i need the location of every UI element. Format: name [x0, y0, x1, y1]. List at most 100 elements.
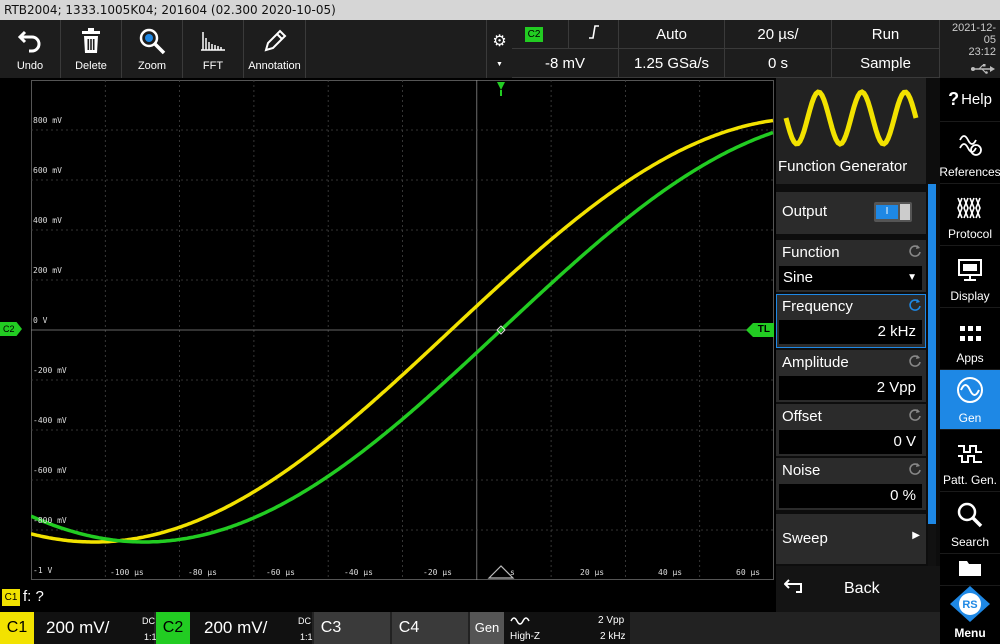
y-axis-label: 0 V — [33, 316, 48, 325]
rising-edge-icon — [587, 25, 601, 43]
annotation-button[interactable]: Annotation — [244, 20, 306, 78]
pattern-generator-button[interactable]: Patt. Gen. — [940, 430, 1000, 492]
c2-label: C2 — [156, 612, 190, 644]
y-axis-label: -600 mV — [33, 466, 67, 475]
search-button[interactable]: Search — [940, 492, 1000, 554]
output-label: Output — [782, 203, 828, 220]
fft-label: FFT — [202, 60, 224, 72]
svg-text:RS: RS — [962, 599, 977, 611]
time-offset[interactable]: 0 s — [725, 49, 832, 78]
reset-icon[interactable] — [908, 244, 922, 263]
c2-scale: 200 mV/ — [204, 618, 268, 637]
help-label: Help — [961, 91, 992, 108]
trigger-source-badge: C2 — [524, 26, 544, 42]
output-toggle-state: I — [876, 205, 898, 219]
reset-icon[interactable] — [908, 298, 922, 317]
fft-icon — [200, 26, 226, 56]
zoom-button[interactable]: Zoom — [122, 20, 183, 78]
channel-4-tab[interactable]: C4 — [392, 612, 468, 644]
protocol-icon — [956, 196, 984, 223]
timebase[interactable]: 20 µs/ — [725, 20, 832, 49]
sample-rate[interactable]: 1.25 GSa/s — [619, 49, 725, 78]
x-axis-label: -40 µs — [344, 568, 373, 577]
math-formula-bar[interactable]: C1 f: ? — [0, 586, 776, 612]
protocol-button[interactable]: Protocol — [940, 184, 1000, 246]
math-source-badge: C1 — [2, 589, 20, 606]
sine-generator-icon — [956, 376, 984, 407]
c4-label: C4 — [398, 619, 420, 636]
patt-gen-label: Patt. Gen. — [942, 473, 998, 487]
help-button[interactable]: ? Help — [940, 78, 1000, 122]
x-axis-label: -60 µs — [266, 568, 295, 577]
run-state[interactable]: Run — [832, 20, 940, 49]
reset-icon[interactable] — [908, 354, 922, 373]
function-row[interactable]: Function Sine ▼ — [776, 240, 926, 292]
function-generator-header: Function Generator — [776, 78, 926, 184]
status-grid: C2 Auto 20 µs/ Run -8 mV 1.25 GSa/s 0 s … — [512, 20, 940, 78]
amplitude-row[interactable]: Amplitude 2 Vpp — [776, 350, 926, 402]
reset-icon[interactable] — [908, 462, 922, 481]
apps-button[interactable]: Apps — [940, 308, 1000, 370]
function-select[interactable]: Sine ▼ — [779, 266, 922, 290]
trigger-level[interactable]: -8 mV — [512, 49, 619, 78]
frequency-row[interactable]: Frequency 2 kHz — [776, 294, 926, 348]
channel-3-tab[interactable]: C3 — [314, 612, 390, 644]
trigger-source-cell[interactable]: C2 — [512, 20, 569, 49]
c2-coupling: DC — [298, 616, 311, 626]
amplitude-input[interactable]: 2 Vpp — [779, 376, 922, 400]
gen-button[interactable]: Gen — [940, 370, 1000, 430]
channel-2-tab[interactable]: C2 200 mV/ DC 1:1 — [156, 612, 313, 644]
function-generator-panel: Function Generator Output I Function Sin… — [776, 78, 940, 644]
sweep-row[interactable]: Sweep ▶ — [776, 514, 926, 564]
x-axis-label: -100 µs — [110, 568, 144, 577]
offset-row[interactable]: Offset 0 V — [776, 404, 926, 456]
y-axis-label: 200 mV — [33, 266, 62, 275]
waveform-display[interactable]: 800 mV 600 mV 400 mV 200 mV 0 V -200 mV -400 m… — [0, 78, 776, 586]
c2-offset-marker[interactable]: C2 — [0, 322, 22, 336]
trigger-mode[interactable]: Auto — [619, 20, 725, 49]
y-axis-label: 600 mV — [33, 166, 62, 175]
settings-button[interactable]: ⚙ ▼ — [486, 20, 512, 78]
y-axis-label: -800 mV — [33, 516, 67, 525]
undo-button[interactable]: Undo — [0, 20, 61, 78]
date-time: 2021-12-05 23:12 — [940, 20, 1000, 78]
function-value: Sine — [783, 269, 814, 286]
menu-button[interactable]: RS Menu — [940, 586, 1000, 644]
generator-tab[interactable]: Gen High-Z 2 Vpp 2 kHz — [470, 612, 630, 644]
display-button[interactable]: Display — [940, 246, 1000, 308]
y-axis-label: -400 mV — [33, 416, 67, 425]
scrollbar-thumb[interactable] — [928, 184, 936, 524]
channel-bar: C1 200 mV/ DC 1:1 C2 200 mV/ DC 1:1 C3 C… — [0, 612, 940, 644]
chevron-right-icon: ▶ — [912, 530, 920, 541]
frequency-input[interactable]: 2 kHz — [779, 320, 922, 344]
output-row[interactable]: Output I — [776, 192, 926, 234]
sine-wave-icon — [510, 614, 532, 632]
undo-icon — [17, 26, 43, 56]
zoom-icon — [138, 26, 166, 56]
trigger-position-icon[interactable] — [497, 82, 505, 90]
file-button[interactable] — [940, 554, 1000, 586]
reset-icon[interactable] — [908, 408, 922, 427]
references-label: References — [939, 165, 1000, 179]
delete-button[interactable]: Delete — [61, 20, 122, 78]
gear-icon: ⚙ — [492, 32, 507, 50]
waveform-grid[interactable] — [31, 80, 774, 580]
references-button[interactable]: References — [939, 122, 1000, 184]
x-axis-label: s — [510, 568, 515, 577]
offset-input[interactable]: 0 V — [779, 430, 922, 454]
c3-label: C3 — [320, 619, 342, 636]
channel-2-trace — [31, 130, 774, 544]
back-button[interactable]: Back — [776, 566, 940, 612]
frequency-label: Frequency — [782, 298, 853, 315]
y-axis-label: 800 mV — [33, 116, 62, 125]
noise-input[interactable]: 0 % — [779, 484, 922, 508]
question-icon: ? — [948, 89, 960, 109]
fft-button[interactable]: FFT — [183, 20, 244, 78]
output-toggle[interactable]: I — [874, 202, 912, 222]
trigger-slope-cell[interactable] — [569, 20, 619, 49]
acquisition-mode[interactable]: Sample — [832, 49, 940, 78]
zoom-label: Zoom — [137, 60, 167, 72]
channel-1-tab[interactable]: C1 200 mV/ DC 1:1 — [0, 612, 157, 644]
noise-row[interactable]: Noise 0 % — [776, 458, 926, 510]
offset-label: Offset — [782, 408, 822, 425]
